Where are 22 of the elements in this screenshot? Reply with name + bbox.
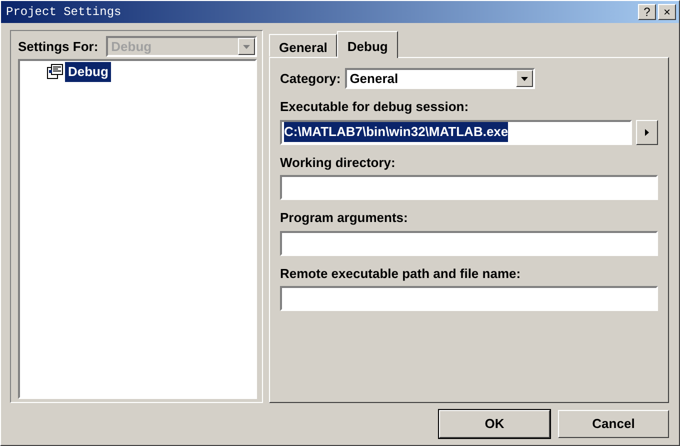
field-label: Executable for debug session:	[280, 98, 470, 116]
field-label: Working directory:	[280, 154, 396, 172]
settings-for-label: Settings For:	[18, 38, 98, 56]
project-icon	[47, 64, 63, 80]
help-button[interactable]: ?	[638, 4, 656, 20]
field-label: Remote executable path and file name:	[280, 264, 522, 283]
triangle-right-icon	[645, 128, 649, 136]
tab[interactable]: Debug	[337, 31, 398, 58]
window-title: Project Settings	[6, 4, 122, 21]
category-dropdown[interactable]: General	[344, 68, 535, 89]
input-field[interactable]	[280, 175, 658, 200]
tree-item[interactable]: Debug	[65, 62, 112, 82]
input-field[interactable]: C:\MATLAB7\bin\win32\MATLAB.exe	[280, 120, 632, 144]
tab[interactable]: General	[269, 34, 338, 57]
field-label: Program arguments:	[280, 209, 409, 227]
ok-button[interactable]: OK	[439, 410, 550, 438]
browse-button[interactable]	[636, 120, 658, 144]
input-field[interactable]	[280, 286, 658, 311]
category-label: Category:	[280, 70, 341, 88]
input-field[interactable]	[280, 230, 658, 256]
cancel-button[interactable]: Cancel	[558, 410, 669, 438]
close-button[interactable]: ×	[658, 4, 676, 20]
